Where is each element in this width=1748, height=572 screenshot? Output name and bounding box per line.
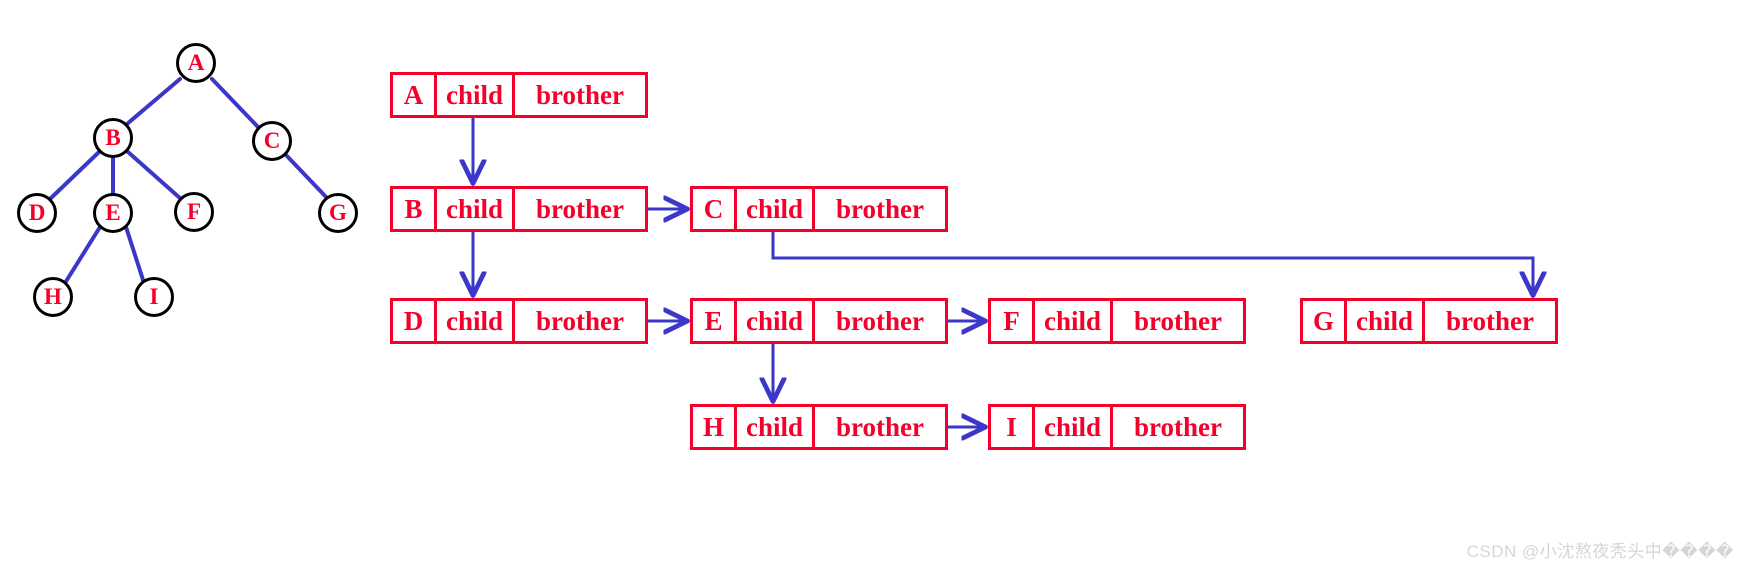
tree-node-d[interactable]: D — [17, 193, 57, 233]
list-node-data: E — [693, 301, 737, 341]
tree-node-g[interactable]: G — [318, 193, 358, 233]
list-node-b[interactable]: B child brother — [390, 186, 648, 232]
list-node-child[interactable]: child — [1347, 301, 1425, 341]
list-node-child[interactable]: child — [737, 407, 815, 447]
tree-node-label: A — [187, 50, 205, 75]
list-node-brother[interactable]: brother — [1113, 301, 1243, 341]
tree-node-e[interactable]: E — [93, 193, 133, 233]
list-node-c[interactable]: C child brother — [690, 186, 948, 232]
list-node-child[interactable]: child — [1035, 301, 1113, 341]
list-node-child[interactable]: child — [1035, 407, 1113, 447]
pointer-arrow-group — [473, 118, 1533, 427]
list-node-brother[interactable]: brother — [1113, 407, 1243, 447]
tree-node-label: G — [329, 200, 347, 225]
tree-node-label: B — [105, 125, 121, 150]
list-node-data: A — [393, 75, 437, 115]
list-node-i[interactable]: I child brother — [988, 404, 1246, 450]
tree-node-b[interactable]: B — [93, 118, 133, 158]
tree-node-f[interactable]: F — [174, 192, 214, 232]
list-node-brother[interactable]: brother — [815, 407, 945, 447]
tree-node-label: E — [105, 200, 121, 225]
diagram-canvas: A B C D E F G H I A child brother B chil… — [0, 0, 1748, 572]
tree-node-label: C — [263, 128, 281, 153]
list-node-data: D — [393, 301, 437, 341]
tree-node-label: H — [44, 284, 62, 309]
list-node-data: F — [991, 301, 1035, 341]
tree-node-i[interactable]: I — [134, 277, 174, 317]
tree-node-label: F — [186, 199, 202, 224]
list-node-g[interactable]: G child brother — [1300, 298, 1558, 344]
list-node-brother[interactable]: brother — [515, 189, 645, 229]
arrow-child-c-to-g — [771, 232, 1533, 294]
list-node-child[interactable]: child — [737, 301, 815, 341]
tree-node-c[interactable]: C — [252, 121, 292, 161]
list-node-child[interactable]: child — [437, 301, 515, 341]
list-node-child[interactable]: child — [437, 75, 515, 115]
tree-node-h[interactable]: H — [33, 277, 73, 317]
list-node-data: H — [693, 407, 737, 447]
tree-node-label: I — [149, 284, 159, 309]
child-brother-list-diagram: A child brother B child brother C child … — [0, 0, 1748, 520]
list-node-a[interactable]: A child brother — [390, 72, 648, 118]
list-node-child[interactable]: child — [437, 189, 515, 229]
list-node-f[interactable]: F child brother — [988, 298, 1246, 344]
list-node-brother[interactable]: brother — [1425, 301, 1555, 341]
list-node-child[interactable]: child — [737, 189, 815, 229]
list-node-brother[interactable]: brother — [515, 75, 645, 115]
list-node-data: I — [991, 407, 1035, 447]
list-node-data: B — [393, 189, 437, 229]
list-node-brother[interactable]: brother — [815, 189, 945, 229]
list-node-d[interactable]: D child brother — [390, 298, 648, 344]
tree-node-a[interactable]: A — [176, 43, 216, 83]
watermark-text: CSDN @小沈熬夜秃头中���� — [1466, 542, 1734, 561]
list-node-brother[interactable]: brother — [515, 301, 645, 341]
tree-node-label: D — [28, 200, 46, 225]
list-node-data: G — [1303, 301, 1347, 341]
list-node-data: C — [693, 189, 737, 229]
list-node-brother[interactable]: brother — [815, 301, 945, 341]
list-node-h[interactable]: H child brother — [690, 404, 948, 450]
list-node-e[interactable]: E child brother — [690, 298, 948, 344]
